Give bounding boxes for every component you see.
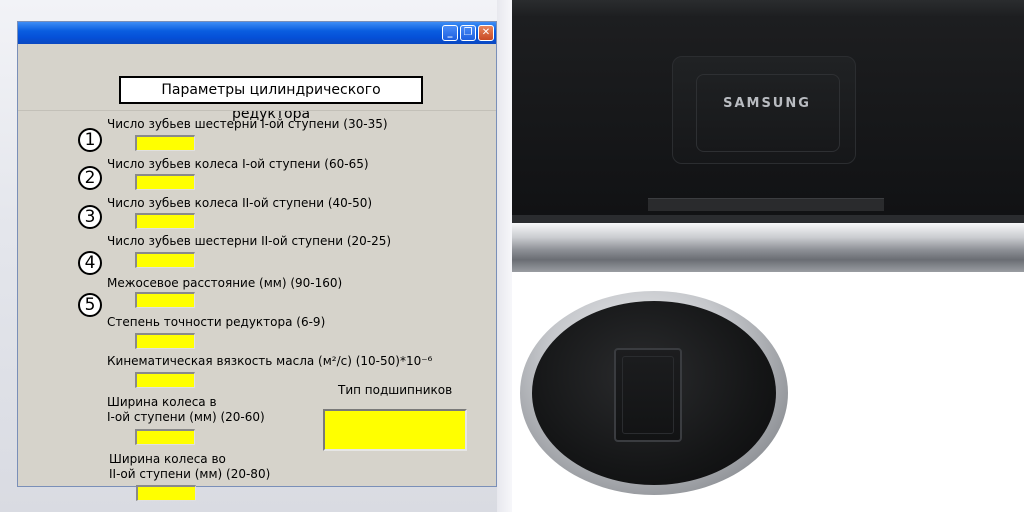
- field-label-center-distance: Межосевое расстояние (мм) (90-160): [107, 276, 343, 290]
- step-number-3: 3: [78, 205, 102, 229]
- minimize-button[interactable]: _: [442, 25, 458, 41]
- field-label-pinion-teeth-stage1: Число зубьев шестерни I-ой ступени (30-3…: [107, 117, 388, 131]
- bezel-edge: [497, 0, 512, 512]
- step-number-5: 5: [78, 293, 102, 317]
- stand-base: [648, 198, 884, 211]
- field-label-wheel-width-stage1-line1: Ширина колеса в: [107, 395, 217, 409]
- input-pinion-teeth-stage2[interactable]: [135, 252, 195, 268]
- input-accuracy-grade[interactable]: [135, 333, 195, 349]
- power-button-inset: [622, 356, 674, 434]
- step-number-1: 1: [78, 128, 102, 152]
- input-center-distance[interactable]: [135, 292, 195, 308]
- field-label-oil-viscosity: Кинематическая вязкость масла (м²/с) (10…: [107, 354, 433, 368]
- monitor-bottom-strip: [512, 215, 1024, 223]
- form-area: Параметры цилиндрического редуктора 1 2 …: [18, 44, 496, 501]
- field-label-gear-teeth-stage1: Число зубьев колеса I-ой ступени (60-65): [107, 157, 369, 171]
- stand-mount-inset: [696, 74, 840, 152]
- monitor-back-photo: SAMSUNG: [512, 0, 1024, 272]
- field-label-wheel-width-stage2-line2: II-ой ступени (мм) (20-80): [109, 467, 271, 481]
- title-divider: [18, 110, 496, 111]
- step-number-2: 2: [78, 166, 102, 190]
- close-button[interactable]: ✕: [478, 25, 494, 41]
- input-gear-teeth-stage1[interactable]: [135, 174, 195, 190]
- field-label-gear-teeth-stage2: Число зубьев колеса II-ой ступени (40-50…: [107, 196, 373, 210]
- monitor-silver-edge: [512, 223, 1024, 272]
- bearing-type-label: Тип подшипников: [338, 383, 453, 397]
- input-oil-viscosity[interactable]: [135, 372, 195, 388]
- field-label-wheel-width-stage2-line1: Ширина колеса во: [109, 452, 226, 466]
- input-wheel-width-stage2[interactable]: [136, 485, 196, 501]
- brand-logo: SAMSUNG: [723, 96, 811, 111]
- maximize-button[interactable]: ❐: [460, 25, 476, 41]
- field-label-pinion-teeth-stage2: Число зубьев шестерни II-ой ступени (20-…: [107, 234, 392, 248]
- input-gear-teeth-stage2[interactable]: [135, 213, 195, 229]
- step-number-4: 4: [78, 251, 102, 275]
- field-label-wheel-width-stage1-line2: I-ой ступени (мм) (20-60): [107, 410, 265, 424]
- input-pinion-teeth-stage1[interactable]: [135, 135, 195, 151]
- input-wheel-width-stage1[interactable]: [135, 429, 195, 445]
- input-bearing-type[interactable]: [323, 409, 467, 451]
- form-title: Параметры цилиндрического редуктора: [119, 76, 423, 122]
- window-titlebar[interactable]: _ ❐ ✕: [18, 22, 496, 44]
- app-window: _ ❐ ✕ Параметры цилиндрического редуктор…: [17, 21, 497, 501]
- field-label-accuracy-grade: Степень точности редуктора (6-9): [107, 315, 326, 329]
